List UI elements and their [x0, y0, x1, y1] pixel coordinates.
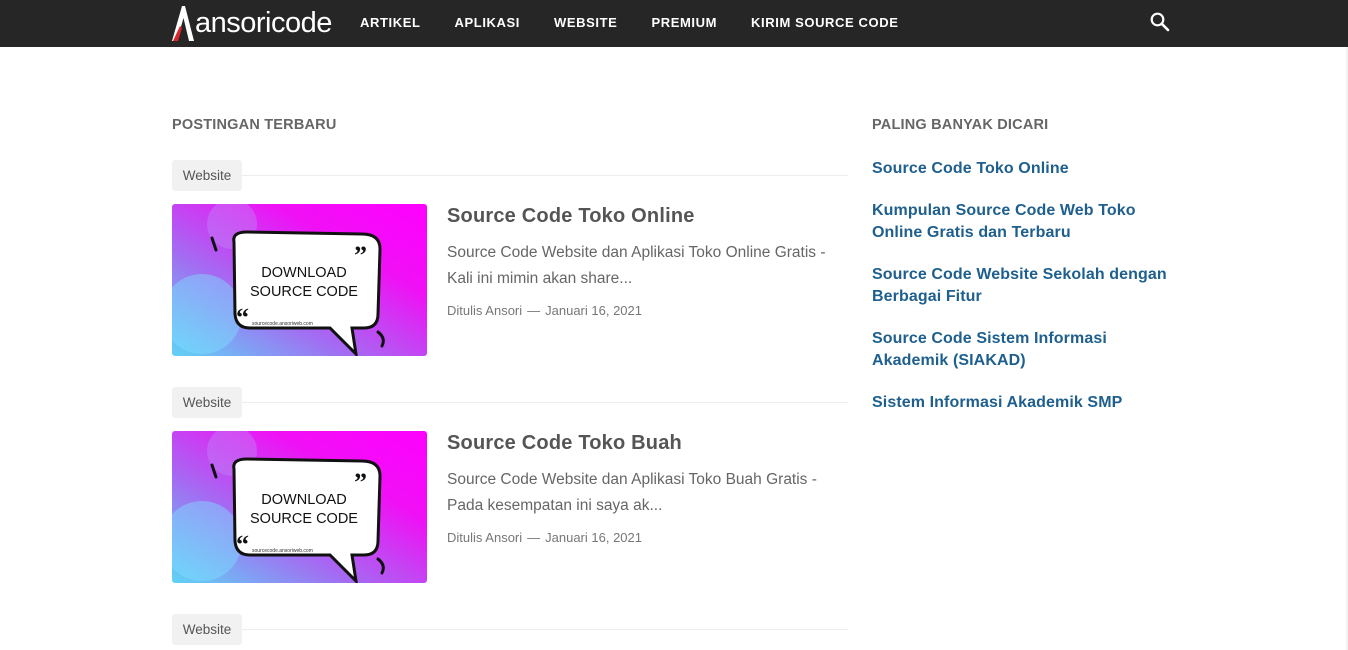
post-snippet: Source Code Website dan Aplikasi Toko Bu…: [447, 471, 817, 514]
post-date: Januari 16, 2021: [545, 303, 642, 318]
thumb-text-line1: DOWNLOAD: [261, 492, 346, 508]
post-snippet: Source Code Website dan Aplikasi Toko On…: [447, 244, 826, 287]
popular-link[interactable]: Source Code Website Sekolah dengan Berba…: [872, 266, 1167, 305]
search-icon: [1150, 12, 1170, 32]
post-card: DOWNLOAD SOURCE CODE sourcecode.ansoriwe…: [172, 204, 848, 356]
thumb-site-text: sourcecode.ansoriweb.com: [252, 548, 313, 554]
section-title-latest: POSTINGAN TERBARU: [172, 117, 337, 133]
post-card: DOWNLOAD SOURCE CODE sourcecode.ansoriwe…: [172, 431, 848, 583]
post-thumbnail[interactable]: DOWNLOAD SOURCE CODE sourcecode.ansoriwe…: [172, 204, 427, 356]
thumb-text-line2: SOURCE CODE: [250, 284, 358, 300]
post-label-row: Website: [172, 614, 848, 645]
popular-link[interactable]: Sistem Informasi Akademik SMP: [872, 394, 1122, 411]
divider: [172, 402, 848, 403]
thumb-text-line1: DOWNLOAD: [261, 265, 346, 281]
post-label-row: Website: [172, 160, 848, 191]
post-label-row: Website: [172, 387, 848, 418]
list-item: Kumpulan Source Code Web Toko Online Gra…: [872, 200, 1177, 244]
thumbnail-graphic: DOWNLOAD SOURCE CODE sourcecode.ansoriwe…: [172, 431, 427, 583]
post-author: Ditulis Ansori: [447, 303, 523, 318]
list-item: Source Code Sistem Informasi Akademik (S…: [872, 328, 1177, 372]
divider: [172, 175, 848, 176]
nav-website[interactable]: WEBSITE: [537, 0, 634, 47]
list-item: Source Code Website Sekolah dengan Berba…: [872, 264, 1177, 308]
sidebar-title: PALING BANYAK DICARI: [872, 117, 1049, 133]
main-nav: ARTIKEL APLIKASI WEBSITE PREMIUM KIRIM S…: [343, 0, 915, 47]
popular-link[interactable]: Source Code Toko Online: [872, 160, 1069, 177]
thumb-site-text: sourcecode.ansoriweb.com: [252, 321, 313, 327]
quote-close-icon: ”: [354, 241, 367, 270]
divider: [172, 629, 848, 630]
post-author: Ditulis Ansori: [447, 530, 523, 545]
nav-kirim-source-code[interactable]: KIRIM SOURCE CODE: [734, 0, 915, 47]
site-logo[interactable]: ansoricode: [172, 4, 332, 42]
top-navbar: ansoricode ARTIKEL APLIKASI WEBSITE PREM…: [0, 0, 1348, 47]
label-tag-website[interactable]: Website: [172, 614, 242, 645]
quote-close-icon: ”: [354, 468, 367, 497]
list-item: Source Code Toko Online: [872, 158, 1177, 180]
logo-text: ansoricode: [195, 7, 332, 39]
popular-links-list: Source Code Toko Online Kumpulan Source …: [872, 158, 1177, 434]
label-tag-website[interactable]: Website: [172, 387, 242, 418]
quote-open-icon: “: [236, 303, 249, 332]
label-tag-website[interactable]: Website: [172, 160, 242, 191]
search-button[interactable]: [1149, 11, 1171, 33]
quote-open-icon: “: [236, 530, 249, 559]
post-title[interactable]: Source Code Toko Online: [447, 204, 695, 228]
logo-a-icon: [172, 6, 194, 41]
list-item: Sistem Informasi Akademik SMP: [872, 392, 1177, 414]
post-thumbnail[interactable]: DOWNLOAD SOURCE CODE sourcecode.ansoriwe…: [172, 431, 427, 583]
thumb-text-line2: SOURCE CODE: [250, 511, 358, 527]
post-title[interactable]: Source Code Toko Buah: [447, 431, 682, 455]
nav-aplikasi[interactable]: APLIKASI: [438, 0, 537, 47]
popular-link[interactable]: Source Code Sistem Informasi Akademik (S…: [872, 330, 1107, 369]
post-meta: Ditulis Ansori — Januari 16, 2021: [447, 530, 642, 545]
post-meta: Ditulis Ansori — Januari 16, 2021: [447, 303, 642, 318]
thumbnail-graphic: DOWNLOAD SOURCE CODE sourcecode.ansoriwe…: [172, 204, 427, 356]
popular-link[interactable]: Kumpulan Source Code Web Toko Online Gra…: [872, 202, 1136, 241]
post-date: Januari 16, 2021: [545, 530, 642, 545]
nav-premium[interactable]: PREMIUM: [634, 0, 734, 47]
nav-artikel[interactable]: ARTIKEL: [343, 0, 438, 47]
